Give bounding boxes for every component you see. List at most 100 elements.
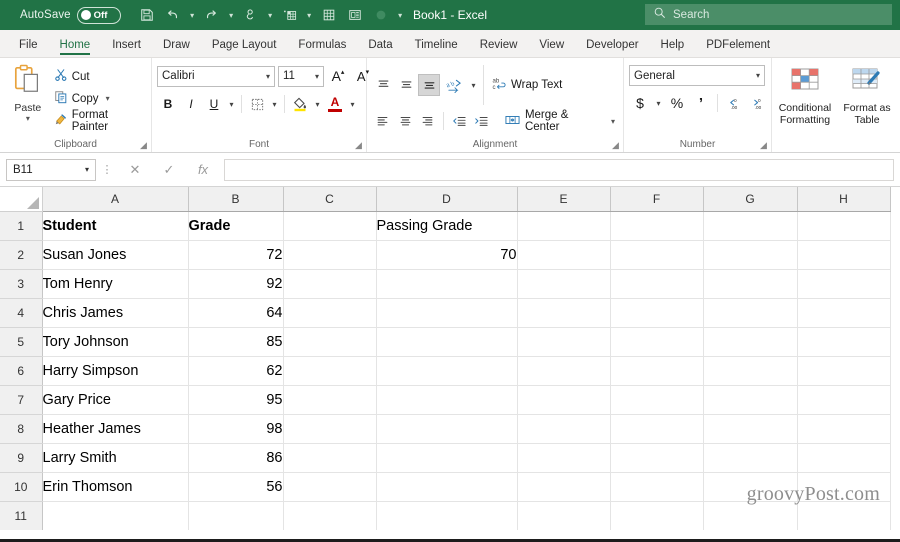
cell-H2[interactable] [797,240,891,270]
redo-icon[interactable] [200,3,224,27]
bold-button[interactable]: B [157,93,179,115]
align-middle-button[interactable] [395,74,417,96]
cancel-icon[interactable]: ✕ [118,162,152,178]
font-name-combo[interactable]: Calibri ▾ [157,65,275,87]
accounting-format-caret[interactable]: ▾ [653,99,664,108]
cell-H5[interactable] [797,327,891,357]
cell-H4[interactable] [797,298,891,328]
paste-button[interactable]: Paste ▾ [5,62,51,123]
cell-E1[interactable] [517,211,611,241]
row-header-2[interactable]: 2 [0,240,43,270]
cell-D6[interactable] [376,356,518,386]
number-dialog-launcher[interactable]: ◢ [758,140,769,151]
cell-C10[interactable] [283,472,377,502]
cell-B7[interactable]: 95 [188,385,284,415]
row-header-8[interactable]: 8 [0,414,43,444]
column-header-D[interactable]: D [376,187,518,212]
cell-B3[interactable]: 92 [188,269,284,299]
cell-F10[interactable] [610,472,704,502]
cell-C7[interactable] [283,385,377,415]
fill-color-caret[interactable]: ▾ [312,100,323,109]
table-icon[interactable] [317,3,341,27]
cell-B1[interactable]: Grade [188,211,284,241]
cell-E6[interactable] [517,356,611,386]
cell-A2[interactable]: Susan Jones [42,240,189,270]
cell-D2[interactable]: 70 [376,240,518,270]
cell-D1[interactable]: Passing Grade [376,211,518,241]
font-color-caret[interactable]: ▾ [347,100,358,109]
decrease-indent-button[interactable] [448,110,470,132]
row-header-5[interactable]: 5 [0,327,43,357]
picture-icon[interactable] [343,3,367,27]
cell-B5[interactable]: 85 [188,327,284,357]
font-dialog-launcher[interactable]: ◢ [353,140,364,151]
cell-B6[interactable]: 62 [188,356,284,386]
cell-A11[interactable] [42,501,189,530]
align-left-button[interactable] [372,110,394,132]
tab-help[interactable]: Help [650,35,696,57]
cell-E10[interactable] [517,472,611,502]
cell-B11[interactable] [188,501,284,530]
cell-E8[interactable] [517,414,611,444]
cell-C3[interactable] [283,269,377,299]
tab-file[interactable]: File [8,35,49,57]
cut-button[interactable]: Cut [51,66,146,87]
touch-mode-icon[interactable] [239,3,263,27]
tab-view[interactable]: View [528,35,575,57]
format-painter-button[interactable]: Format Painter [51,109,146,133]
accounting-format-button[interactable]: $ [629,92,651,114]
increase-decimal-button[interactable]: 0.00 [723,92,745,114]
name-box[interactable]: B11 ▾ [6,158,96,181]
cell-F9[interactable] [610,443,704,473]
tab-page-layout[interactable]: Page Layout [201,35,288,57]
increase-indent-button[interactable] [470,110,492,132]
tab-pdfelement[interactable]: PDFelement [695,35,781,57]
cell-H9[interactable] [797,443,891,473]
cell-F7[interactable] [610,385,704,415]
cell-E3[interactable] [517,269,611,299]
cell-D10[interactable] [376,472,518,502]
align-top-button[interactable] [372,74,394,96]
clipboard-dialog-launcher[interactable]: ◢ [138,140,149,151]
cell-H7[interactable] [797,385,891,415]
align-bottom-button[interactable] [418,74,440,96]
paste-dropdown-caret[interactable]: ▾ [26,115,30,123]
tab-insert[interactable]: Insert [101,35,152,57]
cell-E11[interactable] [517,501,611,530]
copy-dropdown-caret[interactable]: ▾ [106,94,110,103]
align-center-button[interactable] [395,110,417,132]
cell-C1[interactable] [283,211,377,241]
column-header-B[interactable]: B [188,187,284,212]
tab-data[interactable]: Data [357,35,403,57]
column-header-G[interactable]: G [703,187,798,212]
cell-D8[interactable] [376,414,518,444]
tab-developer[interactable]: Developer [575,35,649,57]
cell-E5[interactable] [517,327,611,357]
column-header-E[interactable]: E [517,187,611,212]
cell-G4[interactable] [703,298,798,328]
row-header-1[interactable]: 1 [0,211,43,241]
number-format-caret[interactable]: ▾ [752,71,760,80]
cell-C11[interactable] [283,501,377,530]
number-format-combo[interactable]: General ▾ [629,65,765,86]
sort-icon[interactable] [278,3,302,27]
wrap-text-button[interactable]: ab c Wrap Text [488,74,565,96]
row-header-11[interactable]: 11 [0,501,43,530]
cell-E2[interactable] [517,240,611,270]
underline-dropdown-caret[interactable]: ▾ [226,100,237,109]
cell-C2[interactable] [283,240,377,270]
cell-F3[interactable] [610,269,704,299]
cell-A8[interactable]: Heather James [42,414,189,444]
cell-A5[interactable]: Tory Johnson [42,327,189,357]
redo-dropdown-caret[interactable]: ▾ [226,3,237,27]
check-icon[interactable]: ✓ [152,162,186,178]
cell-E4[interactable] [517,298,611,328]
cell-F5[interactable] [610,327,704,357]
alignment-dialog-launcher[interactable]: ◢ [610,140,621,151]
cell-E7[interactable] [517,385,611,415]
font-size-combo[interactable]: 11 ▾ [278,65,324,87]
name-box-caret[interactable]: ▾ [85,165,89,174]
cell-A6[interactable]: Harry Simpson [42,356,189,386]
spreadsheet-grid[interactable]: ABCDEFGH 1 Student Grade Passing Grade 2 Susa… [0,187,900,530]
cell-D5[interactable] [376,327,518,357]
